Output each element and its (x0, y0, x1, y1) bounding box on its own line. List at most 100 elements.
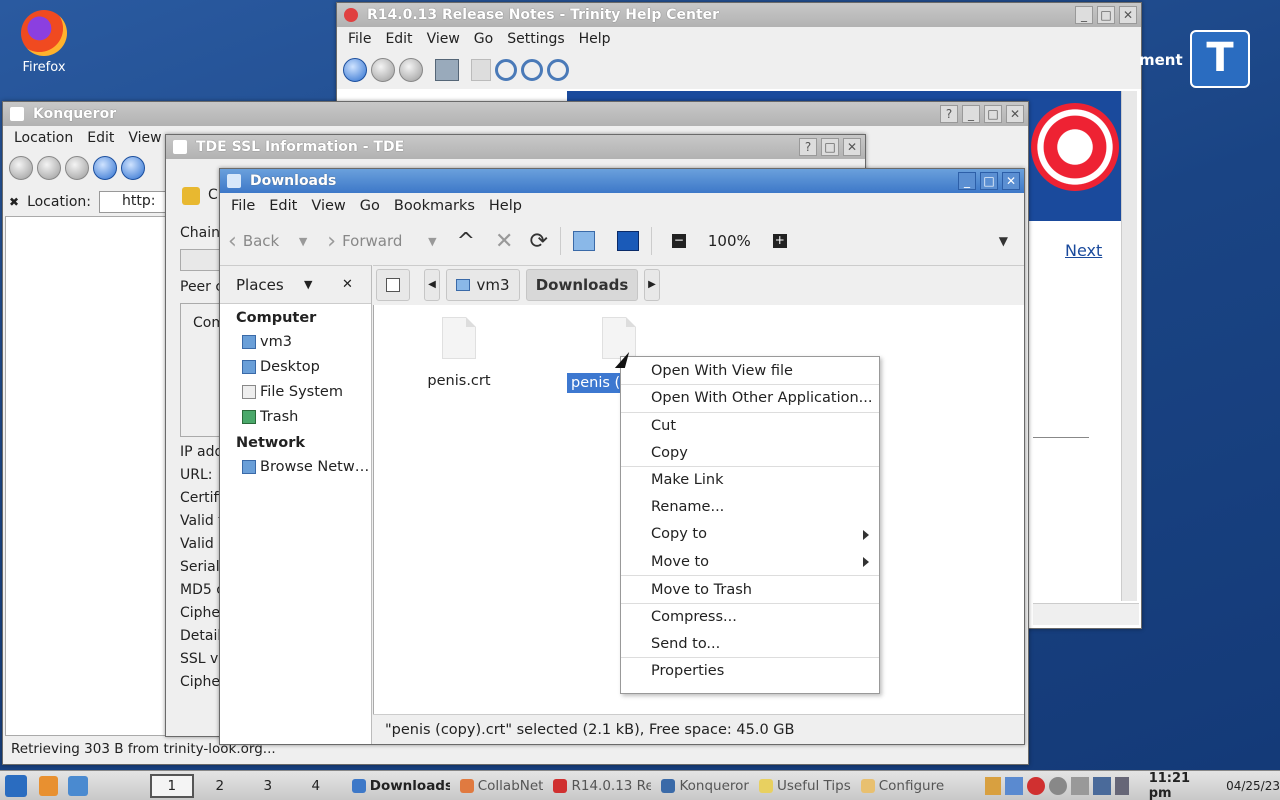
help-scrollbar[interactable] (1121, 91, 1137, 601)
menu-dropdown-icon[interactable]: ▼ (999, 234, 1008, 248)
reload-icon[interactable]: ⟳ (529, 229, 547, 254)
menu-view[interactable]: View (304, 198, 352, 214)
path-scroll-right[interactable]: ▶ (644, 268, 660, 301)
forward-history-icon[interactable]: ▼ (428, 235, 436, 248)
maximize-button[interactable]: □ (984, 105, 1002, 123)
sidebar-item-desktop[interactable]: Desktop (220, 354, 371, 379)
close-button[interactable]: ✕ (1002, 172, 1020, 190)
tde-menu-icon[interactable] (5, 774, 27, 797)
network-icon[interactable] (68, 775, 88, 796)
menu-bookmarks[interactable]: Bookmarks (387, 198, 482, 214)
minimize-button[interactable]: _ (958, 172, 976, 190)
forward-icon[interactable] (399, 58, 423, 82)
clear-location-icon[interactable]: ✖ (9, 195, 19, 209)
display-icon[interactable] (1004, 776, 1023, 795)
downloads-titlebar[interactable]: Downloads _ □ ✕ (220, 169, 1024, 193)
up-icon[interactable]: ^ (457, 229, 475, 254)
klipper-icon[interactable] (984, 776, 1001, 795)
sidebar-item-browse-network[interactable]: Browse Netw… (220, 454, 371, 479)
zoom-out-icon[interactable] (547, 59, 569, 81)
taskbar-task[interactable]: CollabNet (459, 778, 543, 794)
context-menu-item[interactable]: Open With Other Application... (621, 384, 879, 411)
menu-file[interactable]: File (224, 198, 262, 214)
back-arrow-icon[interactable]: ‹ (228, 229, 237, 254)
sidebar-item-file-system[interactable]: File System (220, 379, 371, 404)
find-icon[interactable] (495, 59, 517, 81)
forward-icon[interactable] (37, 156, 61, 180)
menu-location[interactable]: Location (7, 130, 80, 146)
zoom-out-icon[interactable]: − (671, 234, 686, 248)
context-menu-item[interactable]: Rename... (621, 493, 879, 520)
close-button[interactable]: ✕ (1006, 105, 1024, 123)
menu-help[interactable]: Help (572, 31, 618, 47)
menu-go[interactable]: Go (353, 198, 387, 214)
path-segment-downloads[interactable]: Downloads (526, 268, 638, 301)
path-scroll-left[interactable]: ◀ (424, 268, 440, 301)
back-button[interactable]: Back (243, 232, 293, 250)
menu-go[interactable]: Go (467, 31, 500, 47)
maximize-button[interactable]: □ (980, 172, 998, 190)
help-center-titlebar[interactable]: R14.0.13 Release Notes - Trinity Help Ce… (337, 3, 1141, 27)
home-icon[interactable] (343, 58, 367, 82)
print-icon[interactable] (435, 59, 459, 81)
close-button[interactable]: ✕ (843, 138, 861, 156)
home-icon[interactable] (572, 231, 595, 251)
places-title[interactable]: Places (236, 276, 284, 294)
location-input[interactable]: http: (99, 191, 169, 213)
taskbar-task[interactable]: Useful Tips (758, 778, 851, 794)
menu-edit[interactable]: Edit (378, 31, 419, 47)
context-menu-item[interactable]: Make Link (621, 466, 879, 493)
forward-button[interactable]: Forward (342, 232, 422, 250)
help-button[interactable]: ? (940, 105, 958, 123)
maximize-button[interactable]: □ (821, 138, 839, 156)
next-link[interactable]: Next (1065, 241, 1102, 260)
close-button[interactable]: ✕ (1119, 6, 1137, 24)
menu-edit[interactable]: Edit (80, 130, 121, 146)
path-segment-vm3[interactable]: vm3 (446, 268, 520, 301)
taskbar-task[interactable]: R14.0.13 Re (553, 778, 651, 794)
home-icon[interactable] (93, 156, 117, 180)
context-menu-item[interactable]: Open With View file (621, 357, 879, 384)
zoom-in-icon[interactable]: + (772, 234, 787, 248)
menu-file[interactable]: File (341, 31, 378, 47)
edit-location-button[interactable] (376, 268, 410, 301)
context-menu-item[interactable]: Copy (621, 439, 879, 466)
taskbar-task[interactable]: Downloads (351, 778, 450, 794)
stop-icon[interactable]: ✕ (495, 229, 513, 254)
forward-arrow-icon[interactable]: › (327, 229, 336, 254)
menu-view[interactable]: View (121, 130, 168, 146)
minimize-button[interactable]: _ (1075, 6, 1093, 24)
desktop-4-button[interactable]: 4 (294, 774, 338, 798)
minimize-button[interactable]: _ (962, 105, 980, 123)
context-menu-item[interactable]: Send to... (621, 630, 879, 657)
context-menu-item[interactable]: Move to (621, 548, 879, 575)
maximize-button[interactable]: □ (1097, 6, 1115, 24)
context-menu-item[interactable]: Move to Trash (621, 575, 879, 602)
places-dropdown-icon[interactable]: ▼ (304, 278, 312, 291)
reload-icon[interactable] (121, 156, 145, 180)
sidebar-item-vm3[interactable]: vm3 (220, 329, 371, 354)
computer-icon[interactable] (616, 231, 639, 251)
clock-time[interactable]: 11:21 pm (1149, 771, 1216, 800)
taskbar-task[interactable]: Configure (860, 778, 944, 794)
desktop-2-button[interactable]: 2 (198, 774, 242, 798)
back-history-icon[interactable]: ▼ (299, 235, 307, 248)
sidebar-item-trash[interactable]: Trash (220, 404, 371, 429)
network-tray-icon[interactable] (1048, 776, 1067, 795)
context-menu-item[interactable]: Properties (621, 657, 879, 684)
mail-icon[interactable] (1092, 776, 1111, 795)
firefox-desktop-icon[interactable]: Firefox (14, 10, 74, 75)
context-menu-item[interactable]: Cut (621, 411, 879, 439)
konqueror-titlebar[interactable]: Konqueror ? _ □ ✕ (3, 102, 1028, 126)
taskbar-task[interactable]: Konqueror (661, 778, 749, 794)
update-icon[interactable] (1026, 776, 1045, 795)
home-icon[interactable] (38, 775, 59, 796)
places-close-icon[interactable]: ✕ (342, 277, 353, 292)
context-menu-item[interactable]: Copy to (621, 521, 879, 548)
clock-date[interactable]: 04/25/23 (1226, 779, 1280, 793)
zoom-in-icon[interactable] (521, 59, 543, 81)
back-icon[interactable] (371, 58, 395, 82)
desktop-3-button[interactable]: 3 (246, 774, 290, 798)
context-menu-item[interactable]: Compress... (621, 602, 879, 630)
menu-edit[interactable]: Edit (262, 198, 304, 214)
